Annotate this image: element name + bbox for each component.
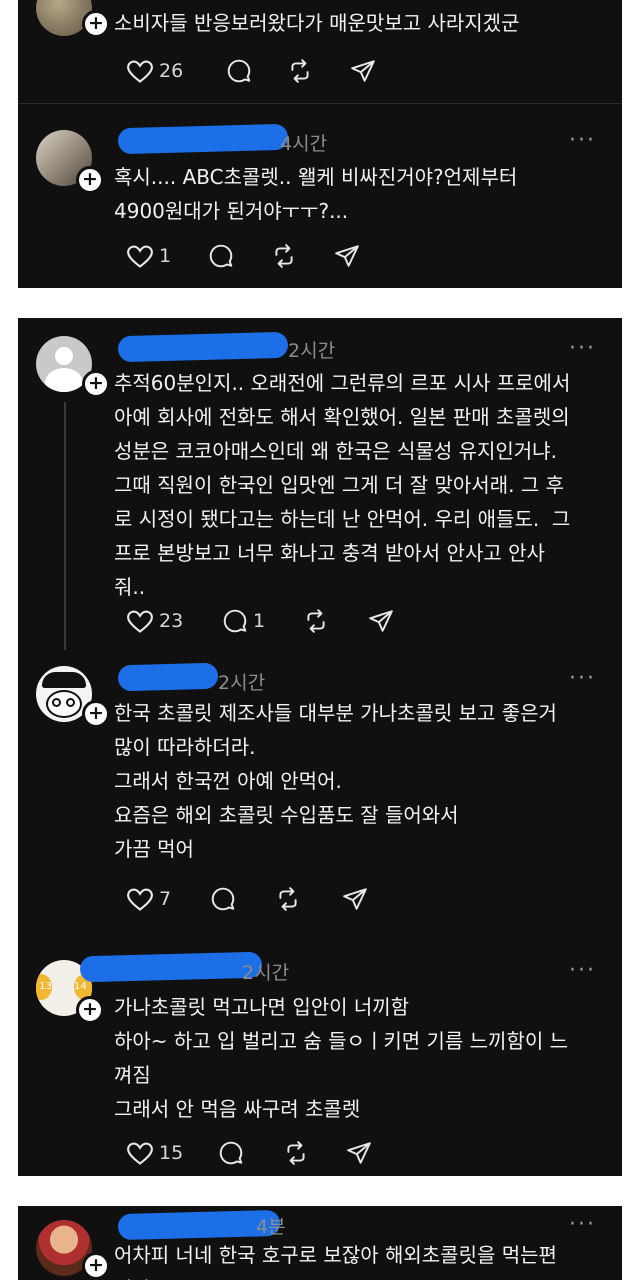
follow-plus-icon[interactable]: + xyxy=(82,370,110,398)
timestamp: 4시간 xyxy=(280,133,328,155)
like-button[interactable]: 1 xyxy=(126,241,171,271)
action-bar: 23 1 xyxy=(110,606,410,636)
heart-icon xyxy=(127,610,153,633)
follow-plus-icon[interactable]: + xyxy=(82,700,110,728)
more-icon[interactable]: ··· xyxy=(569,336,596,361)
post-text: 한국 초콜릿 제조사들 대부분 가나초콜릿 보고 좋은거 많이 따라하더라. 그… xyxy=(114,701,557,861)
action-bar: 26 xyxy=(110,56,410,86)
post-text: 어차피 너네 한국 호구로 보잖아 해외초콜릿을 먹는편 이야 xyxy=(114,1243,557,1280)
more-icon[interactable]: ··· xyxy=(569,958,596,983)
action-bar: 7 xyxy=(110,884,410,914)
like-count: 23 xyxy=(159,610,184,632)
post-1: + 2시간 ··· 추적60분인지.. 오래전에 그런류의 르포 시사 프로에서… xyxy=(18,318,622,650)
repost-icon xyxy=(275,244,293,268)
more-icon[interactable]: ··· xyxy=(569,128,596,153)
comment-button[interactable]: 1 xyxy=(222,606,265,636)
share-button[interactable] xyxy=(350,56,376,86)
timestamp: 2시간 xyxy=(288,340,336,362)
like-count: 7 xyxy=(159,888,172,910)
share-icon xyxy=(369,610,393,632)
username[interactable] xyxy=(79,951,263,983)
repost-icon xyxy=(307,609,325,633)
repost-button[interactable] xyxy=(282,1138,310,1168)
like-button[interactable]: 15 xyxy=(126,1138,183,1168)
like-count: 1 xyxy=(159,245,172,267)
follow-plus-icon[interactable]: + xyxy=(76,996,104,1024)
like-button[interactable]: 23 xyxy=(126,606,183,636)
share-icon xyxy=(351,60,375,82)
follow-plus-icon[interactable]: + xyxy=(76,166,104,194)
like-count: 15 xyxy=(159,1142,184,1164)
timestamp: 2시간 xyxy=(218,672,266,694)
follow-plus-icon[interactable]: + xyxy=(82,1252,110,1280)
like-button[interactable]: 7 xyxy=(126,884,171,914)
divider xyxy=(18,103,622,104)
repost-button[interactable] xyxy=(270,241,298,271)
username[interactable] xyxy=(117,662,219,692)
thread-card-2: + 2시간 ··· 추적60분인지.. 오래전에 그런류의 르포 시사 프로에서… xyxy=(18,318,622,1176)
thread-line xyxy=(64,402,66,650)
heart-icon xyxy=(127,1142,153,1165)
comment-button[interactable] xyxy=(218,1138,244,1168)
comment-icon xyxy=(227,59,251,83)
comment-icon xyxy=(211,887,235,911)
post-text: 가나초콜릿 먹고나면 입안이 너끼함 하아~ 하고 입 벌리고 숨 들ㅇㅣ키면 … xyxy=(114,995,569,1121)
like-button[interactable]: 26 xyxy=(126,56,183,86)
comment-icon xyxy=(223,609,247,633)
comment-icon xyxy=(219,1141,243,1165)
post-text: 혹시.... ABC초콜렛.. 왤케 비싸진거야?언제부터 4900원대가 된거… xyxy=(114,165,518,223)
more-icon[interactable]: ··· xyxy=(569,1212,596,1237)
post-2: + 2시간 ··· 한국 초콜릿 제조사들 대부분 가나초콜릿 보고 좋은거 많… xyxy=(18,658,622,948)
post-1: + 4분 ··· 어차피 너네 한국 호구로 보잖아 해외초콜릿을 먹는편 이야 xyxy=(18,1206,622,1280)
timestamp: 4분 xyxy=(256,1216,286,1238)
post-text: 소비자들 반응보러왔다가 매운맛보고 사라지겠군 xyxy=(114,11,520,35)
like-count: 26 xyxy=(159,60,184,82)
share-icon xyxy=(335,245,359,267)
repost-button[interactable] xyxy=(274,884,302,914)
share-button[interactable] xyxy=(346,1138,372,1168)
reply-count: 1 xyxy=(253,610,266,632)
post-text: 추적60분인지.. 오래전에 그런류의 르포 시사 프로에서 아예 회사에 전화… xyxy=(114,371,571,599)
heart-icon xyxy=(127,245,153,268)
repost-icon xyxy=(279,887,297,911)
thread-card-3: + 4분 ··· 어차피 너네 한국 호구로 보잖아 해외초콜릿을 먹는편 이야 xyxy=(18,1206,622,1280)
comment-button[interactable] xyxy=(226,56,252,86)
post-1: + 소비자들 반응보러왔다가 매운맛보고 사라지겠군 26 xyxy=(18,0,622,100)
share-button[interactable] xyxy=(368,606,394,636)
username[interactable] xyxy=(117,331,289,363)
heart-icon xyxy=(127,60,153,83)
repost-button[interactable] xyxy=(286,56,314,86)
heart-icon xyxy=(127,888,153,911)
thread-card-1: + 소비자들 반응보러왔다가 매운맛보고 사라지겠군 26 + 4시간 ··· … xyxy=(18,0,622,288)
avatar-badge-left: 13 xyxy=(36,974,52,1000)
action-bar: 15 xyxy=(110,1138,410,1168)
comment-button[interactable] xyxy=(210,884,236,914)
share-button[interactable] xyxy=(334,241,360,271)
share-button[interactable] xyxy=(342,884,368,914)
share-icon xyxy=(343,888,367,910)
action-bar: 1 xyxy=(110,241,410,271)
comment-button[interactable] xyxy=(208,241,234,271)
post-2: + 4시간 ··· 혹시.... ABC초콜렛.. 왤케 비싸진거야?언제부터 … xyxy=(18,110,622,288)
repost-icon xyxy=(287,1141,305,1165)
timestamp: 2시간 xyxy=(242,962,290,984)
follow-plus-icon[interactable]: + xyxy=(82,10,110,38)
repost-icon xyxy=(291,59,309,83)
repost-button[interactable] xyxy=(302,606,330,636)
share-icon xyxy=(347,1142,371,1164)
more-icon[interactable]: ··· xyxy=(569,666,596,691)
comment-icon xyxy=(209,244,233,268)
post-3: 13 14 + 2시간 ··· 가나초콜릿 먹고나면 입안이 너끼함 하아~ 하… xyxy=(18,948,622,1176)
username[interactable] xyxy=(117,123,289,155)
